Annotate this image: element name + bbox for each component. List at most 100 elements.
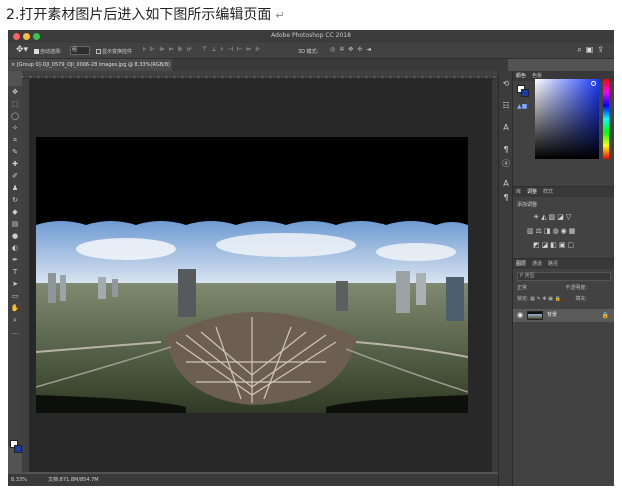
marquee-tool-icon[interactable]: ⬚	[8, 98, 22, 110]
panorama-image[interactable]	[36, 137, 468, 413]
zoom-tool-icon[interactable]: ⌕	[8, 314, 22, 326]
adjustments-panel-tabs: 库调整 样式	[513, 187, 614, 197]
workspace-icon[interactable]: ▣	[586, 45, 598, 54]
panel-icon-strip: ⟲ ☷ A ¶ ⓐ A ¶	[498, 71, 512, 486]
layers-panel-tabs: 图层 通道 路径	[513, 259, 614, 269]
window-title: Adobe Photoshop CC 2018	[271, 32, 351, 39]
eraser-tool-icon[interactable]: ◆	[8, 206, 22, 218]
visibility-eye-icon[interactable]: ◉	[517, 309, 523, 322]
document-tab-bar: × [Group 0]-DJI_0579_OJI_0006-28 images.…	[8, 59, 508, 71]
tab-layers[interactable]: 图层	[513, 261, 529, 267]
auto-select-checkbox[interactable]: 自动选择:	[34, 48, 62, 55]
right-toolbar-icons[interactable]: ⌕▣⇪	[577, 45, 608, 55]
hue-slider[interactable]	[603, 79, 609, 159]
building	[178, 269, 196, 317]
checkbox-checked-icon	[34, 49, 39, 54]
edit-toolbar-icon[interactable]: …	[8, 326, 22, 338]
tab-adjustments[interactable]: 调整	[524, 189, 540, 195]
tab-libraries[interactable]: 库	[513, 189, 524, 195]
blur-tool-icon[interactable]: ●	[8, 230, 22, 242]
clone-stamp-tool-icon[interactable]: ♟	[8, 182, 22, 194]
crop-tool-icon[interactable]: ⌗	[8, 134, 22, 146]
properties-panel-icon[interactable]: ☷	[499, 99, 513, 113]
blend-mode-select[interactable]: 正常	[517, 285, 527, 291]
gradient-tool-icon[interactable]: ▤	[8, 218, 22, 230]
document-tab[interactable]: × [Group 0]-DJI_0579_OJI_0006-28 images.…	[8, 59, 172, 71]
show-transform-checkbox[interactable]: 显示变换控件	[96, 48, 132, 55]
layer-thumbnail	[527, 311, 543, 320]
layer-row-background[interactable]: ◉ 背景 🔒	[513, 309, 614, 322]
building	[112, 279, 118, 297]
options-bar: ✥▾ 自动选择: 组 显示变换控件 ⊧⊩⊫⊨⊪⊬ ⊤⊥⊦⊣⊢⊨⊩ 3D 模式: …	[8, 43, 614, 59]
building	[396, 271, 410, 313]
tools-panel: ✥ ⬚ ◯ ✧ ⌗ ✎ ✚ ✐ ♟ ↻ ◆ ▤ ● ◐ ✒ T ➤ ▭ ✋ ⌕ …	[8, 86, 22, 453]
3d-mode-icons[interactable]: ◎✲✥✣◄	[330, 46, 375, 53]
tab-styles[interactable]: 样式	[540, 189, 556, 195]
out-of-gamut-icon[interactable]: ▲■	[517, 103, 527, 110]
checkbox-unchecked-icon	[96, 49, 101, 54]
layer-filter-placeholder: P 类型	[520, 273, 535, 279]
move-tool-icon[interactable]: ✥▾	[16, 45, 28, 55]
cloud	[76, 238, 176, 260]
lasso-tool-icon[interactable]: ◯	[8, 110, 22, 122]
layer-filter-input[interactable]: P 类型	[517, 272, 611, 281]
search-icon[interactable]: ⌕	[577, 45, 585, 54]
type-tool-icon[interactable]: T	[8, 266, 22, 278]
background-color-swatch[interactable]	[14, 445, 22, 453]
background-color-chip[interactable]	[521, 89, 529, 97]
adjustment-icons-row-1[interactable]: ☀◭▨◪▽	[533, 213, 573, 221]
photoshop-window: Adobe Photoshop CC 2018 ✥▾ 自动选择: 组 显示变换控…	[8, 30, 614, 486]
add-adjustment-label: 添加调整	[517, 202, 538, 208]
cloud	[216, 233, 356, 257]
show-transform-label: 显示变换控件	[102, 49, 133, 55]
cloud	[376, 243, 456, 261]
eyedropper-tool-icon[interactable]: ✎	[8, 146, 22, 158]
building	[416, 273, 426, 305]
magic-wand-tool-icon[interactable]: ✧	[8, 122, 22, 134]
adjustment-icons-row-3[interactable]: ◩◪◧▣▢	[533, 241, 576, 249]
pen-tool-icon[interactable]: ✒	[8, 254, 22, 266]
tab-channels[interactable]: 通道	[529, 261, 545, 267]
layer-name[interactable]: 背景	[547, 309, 557, 322]
building	[48, 273, 56, 303]
zoom-level[interactable]: 8.33%	[11, 474, 27, 486]
right-panels: 颜色 色板 ▲■ 库调整 样式 添加调整 ☀◭▨◪▽ ▥⚖◨◍◉▦ ◩◪◧▣▢ 图层…	[512, 71, 614, 486]
hand-tool-icon[interactable]: ✋	[8, 302, 22, 314]
document-size[interactable]: 文档:871.8M/854.7M	[48, 474, 99, 486]
share-icon[interactable]: ⇪	[597, 45, 608, 54]
path-selection-tool-icon[interactable]: ➤	[8, 278, 22, 290]
brush-tool-icon[interactable]: ✐	[8, 170, 22, 182]
adjustment-icons-row-2[interactable]: ▥⚖◨◍◉▦	[527, 227, 577, 235]
character-styles-icon[interactable]: A	[499, 177, 513, 191]
color-panel: 颜色 色板 ▲■	[513, 71, 614, 186]
history-brush-tool-icon[interactable]: ↻	[8, 194, 22, 206]
opacity-label: 不透明度:	[565, 285, 587, 291]
horizontal-ruler[interactable]	[22, 71, 508, 79]
fill-label: 填充:	[575, 296, 587, 302]
vertical-ruler[interactable]	[22, 79, 30, 472]
glyphs-panel-icon[interactable]: ⓐ	[499, 157, 513, 171]
dodge-tool-icon[interactable]: ◐	[8, 242, 22, 254]
healing-brush-tool-icon[interactable]: ✚	[8, 158, 22, 170]
building	[336, 281, 348, 311]
return-mark: ↵	[275, 9, 285, 22]
move-tool-icon[interactable]: ✥	[8, 86, 22, 98]
color-picker-marker[interactable]	[591, 81, 596, 86]
document-tab-label: [Group 0]-DJI_0579_OJI_0006-28 images.jp…	[16, 62, 170, 68]
building	[446, 277, 464, 321]
lock-label: 锁定:	[517, 296, 529, 302]
color-field[interactable]	[535, 79, 599, 159]
paragraph-panel-icon[interactable]: ¶	[499, 143, 513, 157]
canvas-area[interactable]	[30, 79, 492, 472]
character-panel-icon[interactable]: A	[499, 121, 513, 135]
auto-select-dropdown[interactable]: 组	[70, 46, 90, 55]
paragraph-styles-icon[interactable]: ¶	[499, 191, 513, 205]
lock-icons[interactable]: ▦ ✎ ✥ ▣ 🔒	[530, 296, 560, 302]
rectangle-tool-icon[interactable]: ▭	[8, 290, 22, 302]
history-panel-icon[interactable]: ⟲	[499, 77, 513, 91]
align-distribute-icons[interactable]: ⊧⊩⊫⊨⊪⊬ ⊤⊥⊦⊣⊢⊨⊩	[143, 46, 265, 53]
tab-paths[interactable]: 路径	[545, 261, 561, 267]
layers-panel: 图层 通道 路径 P 类型 正常 不透明度: 锁定: ▦ ✎ ✥ ▣ 🔒 填充: ◉…	[513, 258, 614, 464]
document-heading: 2.打开素材图片后进入如下图所示编辑页面 ↵	[6, 4, 285, 27]
tab-color[interactable]: 颜色	[513, 73, 529, 79]
